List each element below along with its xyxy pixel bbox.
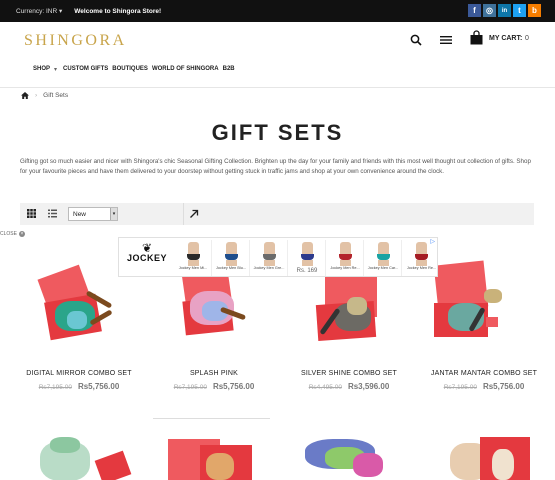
ad-item[interactable]: Jockey Men Car...	[365, 240, 402, 276]
currency-label: Currency: INR	[16, 8, 58, 15]
home-icon[interactable]	[21, 92, 29, 99]
welcome-message: Welcome to Shingora Store!	[74, 7, 162, 15]
product-card[interactable]	[440, 435, 555, 480]
product-name[interactable]: DIGITAL MIRROR COMBO SET	[15, 370, 143, 377]
cart-label[interactable]: MY CART:	[489, 35, 522, 42]
ad-close-label: CLOSE	[0, 231, 17, 237]
breadcrumb-current: Gift Sets	[43, 92, 69, 99]
product-toolbar: New ▾	[20, 203, 534, 225]
ad-item-caption: Jockey Men Mi...	[178, 266, 208, 270]
jockey-logo[interactable]: ❦ JOCKEY	[121, 241, 173, 275]
product-new-price: Rs5,756.00	[212, 382, 255, 391]
currency-selector[interactable]: Currency: INR ▾	[16, 7, 62, 15]
product-price: Rs7,195.00 Rs5,756.00	[15, 382, 143, 391]
product-card[interactable]	[295, 435, 415, 480]
product-name[interactable]: JANTAR MANTAR COMBO SET	[420, 370, 548, 377]
product-new-price: Rs5,756.00	[77, 382, 120, 391]
search-icon[interactable]	[410, 34, 422, 46]
ad-item[interactable]: Jockey Men Blu...	[213, 240, 250, 276]
ad-item-caption: Jockey Men Blu...	[216, 266, 246, 270]
shopping-bag-icon[interactable]	[470, 30, 483, 45]
blog-icon[interactable]: b	[528, 4, 541, 17]
product-name[interactable]: SILVER SHINE COMBO SET	[285, 370, 413, 377]
ad-item[interactable]: Jockey Men Re...	[403, 240, 440, 276]
ad-banner[interactable]: ❦ JOCKEY ▷ Jockey Men Mi... Jockey Men B…	[118, 237, 438, 277]
site-header: SHINGORA MY CART: 0 SHOP ▾ CUSTOM GIFTS B…	[0, 22, 555, 88]
breadcrumb: › Gift Sets	[21, 92, 68, 99]
cart-count: 0	[525, 35, 529, 42]
nav-item-shop[interactable]: SHOP	[33, 66, 50, 73]
toolbar-divider	[183, 203, 184, 225]
ad-item-image	[213, 240, 249, 266]
product-card[interactable]	[160, 435, 280, 480]
ad-item-image	[289, 240, 325, 266]
product-price: Rs7,195.00 Rs5,756.00	[420, 382, 548, 391]
site-logo[interactable]: SHINGORA	[24, 32, 127, 50]
menu-icon[interactable]	[440, 35, 452, 45]
ad-item-price: Rs. 169	[296, 268, 318, 274]
main-nav: SHOP ▾ CUSTOM GIFTS BOUTIQUES WORLD OF SH…	[33, 66, 235, 73]
product-price: Rs7,195.00 Rs5,756.00	[150, 382, 278, 391]
product-new-price: Rs3,596.00	[347, 382, 390, 391]
social-links: f ◎ in t b	[468, 4, 541, 17]
linkedin-icon[interactable]: in	[498, 4, 511, 17]
chevron-down-icon: ▾	[110, 208, 117, 220]
ad-item-image	[365, 240, 401, 266]
product-old-price: Rs7,195.00	[173, 384, 207, 391]
product-old-price: Rs4,495.00	[308, 384, 342, 391]
sort-select-value: New	[73, 211, 87, 218]
product-price: Rs4,495.00 Rs3,596.00	[285, 382, 413, 391]
nav-item-b2b[interactable]: B2B	[223, 66, 235, 73]
facebook-icon[interactable]: f	[468, 4, 481, 17]
ad-item-image	[251, 240, 287, 266]
ad-brand: JOCKEY	[126, 253, 167, 263]
list-view-icon[interactable]	[48, 209, 57, 218]
ad-item-caption: Jockey Men Gre...	[253, 266, 285, 270]
product-name[interactable]: SPLASH PINK	[150, 370, 278, 377]
ad-item-image	[327, 240, 363, 266]
twitter-icon[interactable]: t	[513, 4, 526, 17]
grid-view-icon[interactable]	[27, 209, 36, 218]
ad-item-caption: Jockey Men Car...	[367, 266, 399, 270]
ad-item[interactable]: Jockey Men Mi...	[175, 240, 212, 276]
chevron-down-icon: ▾	[54, 67, 58, 73]
product-old-price: Rs7,195.00	[443, 384, 477, 391]
product-old-price: Rs7,195.00	[38, 384, 72, 391]
page-title: GIFT SETS	[211, 120, 344, 145]
product-new-price: Rs5,756.00	[482, 382, 525, 391]
top-bar: Currency: INR ▾ Welcome to Shingora Stor…	[0, 0, 555, 22]
category-description: Gifting got so much easier and nicer wit…	[20, 158, 531, 175]
ad-close-button[interactable]: CLOSE ×	[0, 231, 25, 237]
instagram-icon[interactable]: ◎	[483, 4, 496, 17]
ad-item-image	[403, 240, 440, 266]
row-divider	[153, 418, 270, 419]
nav-item-world-of-shingora[interactable]: WORLD OF SHINGORA	[152, 66, 219, 73]
sort-select[interactable]: New ▾	[68, 207, 118, 221]
ad-item-image	[175, 240, 211, 266]
sort-direction-icon[interactable]	[189, 209, 199, 219]
close-icon: ×	[18, 231, 25, 237]
nav-item-custom-gifts[interactable]: CUSTOM GIFTS	[63, 66, 108, 73]
ad-item[interactable]: Rs. 169	[289, 240, 326, 276]
product-card[interactable]	[30, 435, 150, 480]
ad-item-caption: Jockey Men Re...	[330, 266, 360, 270]
ad-item[interactable]: Jockey Men Re...	[327, 240, 364, 276]
ad-item-caption: Jockey Men Re...	[406, 266, 437, 270]
breadcrumb-separator: ›	[35, 92, 38, 99]
ad-item[interactable]: Jockey Men Gre...	[251, 240, 288, 276]
nav-item-boutiques[interactable]: BOUTIQUES	[112, 66, 148, 73]
